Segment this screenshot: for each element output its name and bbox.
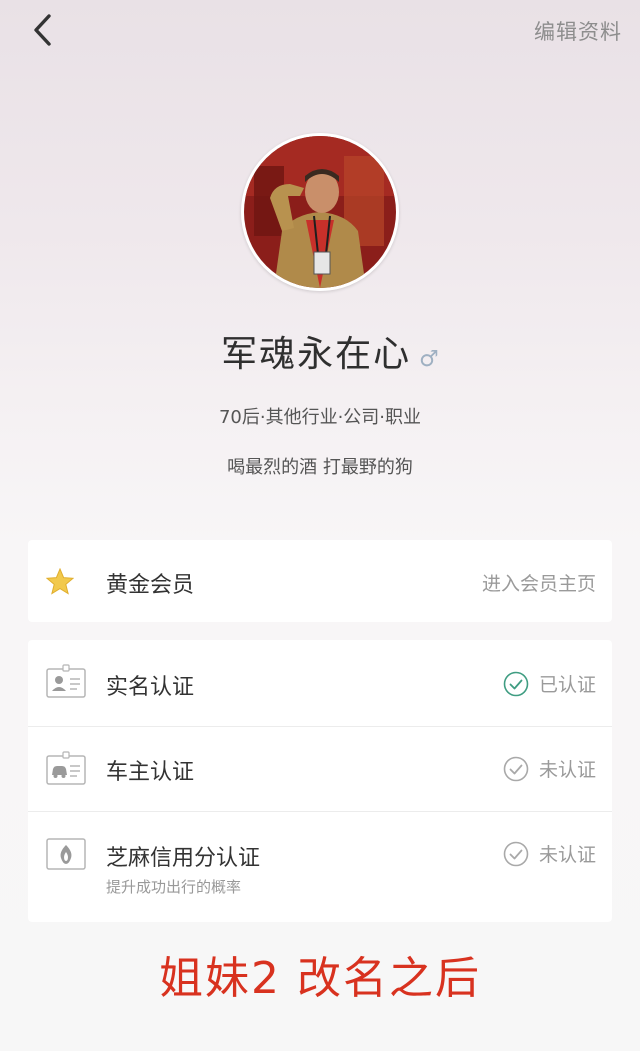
chevron-left-icon <box>34 14 51 46</box>
overlay-caption: 姐妹2 改名之后 <box>159 953 481 1004</box>
check-circle-icon <box>503 756 529 782</box>
profile-page: 编辑资料 军魂永在心 ♂ 70后·其他行业·公司·职业 喝最烈的酒 打最野的狗 <box>0 0 640 1051</box>
user-signature: 喝最烈的酒 打最野的狗 <box>227 457 413 478</box>
vip-homepage-label: 进入会员主页 <box>481 573 596 595</box>
vip-homepage-link[interactable]: 进入会员主页 <box>482 569 596 596</box>
real-name-label: 实名认证 <box>106 675 195 700</box>
real-name-verification-row[interactable]: 实名认证 已认证 <box>28 640 612 726</box>
real-name-status: 已认证 <box>503 670 596 697</box>
car-card-icon <box>46 751 86 791</box>
sesame-credit-label: 芝麻信用分认证 <box>106 846 261 871</box>
sesame-credit-icon <box>46 838 86 874</box>
vip-label: 黄金会员 <box>106 573 195 598</box>
edit-profile-button[interactable]: 编辑资料 <box>534 16 622 46</box>
user-info: 70后·其他行业·公司·职业 <box>218 407 422 428</box>
id-card-icon <box>46 664 86 704</box>
vip-row[interactable]: 黄金会员 进入会员主页 <box>28 540 612 622</box>
car-owner-status-label: 未认证 <box>538 759 596 781</box>
star-icon <box>45 567 75 599</box>
real-name-status-label: 已认证 <box>538 674 596 696</box>
sesame-credit-status: 未认证 <box>503 840 596 867</box>
check-circle-icon <box>503 841 529 867</box>
back-button[interactable] <box>22 10 62 50</box>
car-owner-label: 车主认证 <box>106 760 195 785</box>
vip-card: 黄金会员 进入会员主页 <box>28 540 612 622</box>
sesame-credit-verification-row[interactable]: 芝麻信用分认证 提升成功出行的概率 未认证 <box>28 812 612 922</box>
sesame-credit-hint: 提升成功出行的概率 <box>106 878 242 896</box>
sesame-credit-status-label: 未认证 <box>538 844 596 866</box>
name-row: 军魂永在心 ♂ <box>0 325 640 377</box>
car-owner-status: 未认证 <box>503 755 596 782</box>
male-gender-icon: ♂ <box>419 347 439 372</box>
verification-card: 实名认证 已认证 车主认证 未认证 芝麻信用分认证 提升成功出行的概率 未认证 <box>28 640 612 922</box>
user-name: 军魂永在心 <box>221 334 412 375</box>
check-circle-icon <box>503 671 529 697</box>
avatar-photo <box>244 136 396 288</box>
car-owner-verification-row[interactable]: 车主认证 未认证 <box>28 727 612 811</box>
avatar[interactable] <box>241 133 399 291</box>
